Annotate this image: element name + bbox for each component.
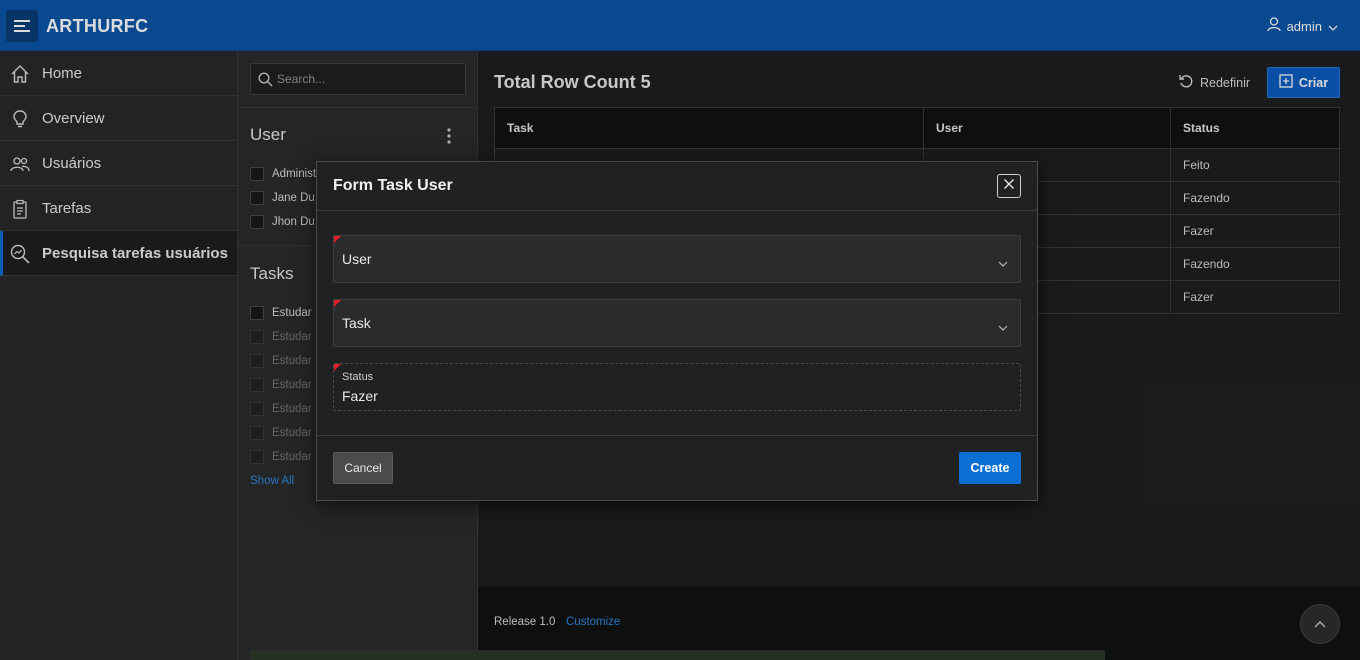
dialog-title: Form Task User [333, 177, 453, 194]
divider [317, 210, 1037, 211]
form-task-user-dialog: Form Task User User Task Status Fazer Ca… [316, 161, 1038, 501]
cancel-button[interactable]: Cancel [333, 452, 393, 484]
close-icon [1003, 177, 1015, 195]
dialog-create-button[interactable]: Create [959, 452, 1021, 484]
status-value: Fazer [342, 388, 378, 404]
required-indicator [334, 236, 341, 243]
status-field: Status Fazer [333, 363, 1021, 411]
close-button[interactable] [997, 174, 1021, 198]
status-label: Status [342, 371, 374, 383]
app-root: ARTHURFC admin Home Overview Usuários Ta… [0, 0, 1360, 660]
chevron-down-icon [998, 318, 1008, 336]
required-indicator [334, 300, 341, 307]
chevron-down-icon [998, 254, 1008, 272]
user-select-label: User [342, 251, 372, 267]
divider [317, 435, 1037, 436]
required-indicator [334, 364, 341, 371]
task-select-label: Task [342, 315, 371, 331]
task-select[interactable]: Task [333, 299, 1021, 347]
user-select[interactable]: User [333, 235, 1021, 283]
